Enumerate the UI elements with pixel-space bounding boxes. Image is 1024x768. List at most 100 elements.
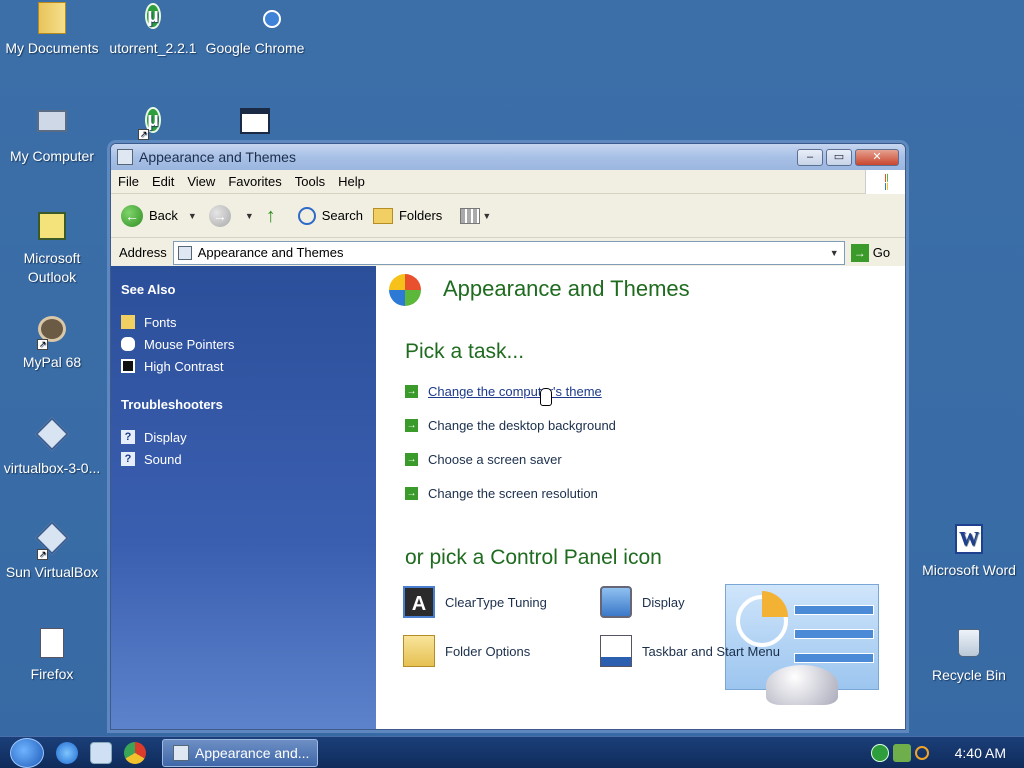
folders-button[interactable]: Folders (372, 207, 442, 224)
minimize-button[interactable]: – (797, 148, 823, 166)
forward-arrow-icon[interactable]: → (208, 204, 231, 227)
cp-display[interactable]: Display (600, 586, 685, 618)
troubleshooter-label: Sound (144, 451, 182, 467)
menu-file[interactable]: File (111, 174, 145, 189)
views-button[interactable]: ▼ (460, 207, 492, 224)
desktop-icon-label: My Computer (9, 148, 95, 164)
desktop-icon-outlook[interactable]: Microsoft Outlook (0, 210, 104, 287)
utorrent-tray-icon[interactable] (870, 743, 889, 762)
control-panel-icon (177, 245, 192, 260)
address-label: Address (119, 245, 167, 260)
back-dropdown-icon[interactable]: ▼ (188, 211, 197, 221)
cp-label: Display (642, 594, 685, 610)
views-dropdown-icon: ▼ (482, 210, 492, 221)
menu-edit[interactable]: Edit (145, 174, 180, 189)
cleartype-icon: A (403, 586, 435, 618)
appearance-themes-icon (389, 274, 421, 306)
word-icon: W (952, 524, 986, 558)
desktop-icon-my-documents[interactable]: My Documents (0, 2, 104, 58)
go-button[interactable]: → Go (850, 243, 891, 262)
close-button[interactable]: ✕ (855, 148, 899, 166)
desktop-icon-firefox[interactable]: Firefox (0, 626, 104, 684)
search-label: Search (321, 208, 363, 223)
go-arrow-icon: → (850, 243, 869, 262)
desktop-icon-label: Microsoft Outlook (23, 250, 81, 285)
desktop-icon-window-app[interactable] (203, 106, 307, 145)
troubleshooter-display[interactable]: ? Display (121, 426, 376, 448)
control-panel-icon (173, 744, 189, 761)
cp-label: Folder Options (445, 643, 531, 659)
cp-folder-options[interactable]: Folder Options (403, 635, 530, 667)
computer-icon (35, 110, 69, 144)
desktop-icon-google-chrome[interactable]: Google Chrome (203, 2, 307, 58)
views-icon (460, 207, 481, 224)
task-change-theme[interactable]: → Change the computer's theme (405, 384, 602, 399)
clock[interactable]: 4:40 AM (955, 745, 1006, 761)
system-tray: 4:40 AM (870, 743, 1024, 762)
menu-view[interactable]: View (180, 174, 221, 189)
task-change-background[interactable]: → Change the desktop background (405, 418, 616, 433)
chrome-icon (238, 2, 272, 36)
desktop-icon-label: Microsoft Word (922, 562, 1016, 578)
desktop-icon-label: Recycle Bin (932, 667, 1006, 683)
cp-taskbar-start-menu[interactable]: Taskbar and Start Menu (600, 635, 780, 667)
fonts-folder-icon (121, 315, 135, 329)
troubleshooter-sound[interactable]: ? Sound (121, 448, 376, 470)
back-arrow-icon: ← (121, 204, 143, 227)
task-label: Change the computer's theme (428, 384, 602, 399)
troubleshooter-label: Display (144, 429, 187, 445)
network-tray-icon[interactable] (892, 743, 911, 762)
desktop-icon-my-computer[interactable]: My Computer (0, 106, 104, 166)
desktop-icon-virtualbox-installer[interactable]: virtualbox-3-0... (0, 417, 104, 478)
search-icon (297, 206, 316, 225)
desktop-icon-utorrent-shortcut[interactable]: µ ↗ (101, 106, 205, 143)
desktop-icon-sun-virtualbox[interactable]: ↗ Sun VirtualBox (0, 521, 104, 582)
desktop-icon-mypal[interactable]: ↗ MyPal 68 (0, 314, 104, 372)
search-tray-icon[interactable] (914, 745, 929, 760)
address-field[interactable]: Appearance and Themes ▼ (172, 240, 845, 265)
task-screen-resolution[interactable]: → Change the screen resolution (405, 486, 598, 501)
see-also-high-contrast[interactable]: High Contrast (121, 355, 376, 377)
task-arrow-icon: → (405, 385, 418, 398)
windows-logo-icon (865, 170, 905, 194)
recycle-bin-icon (952, 629, 986, 663)
see-also-label: High Contrast (144, 358, 224, 374)
taskbar-task-appearance[interactable]: Appearance and... (162, 738, 318, 767)
show-desktop-icon[interactable] (90, 741, 112, 764)
forward-dropdown-icon[interactable]: ▼ (245, 211, 254, 221)
desktop-icon-recycle-bin[interactable]: Recycle Bin (917, 626, 1021, 685)
page-title: Appearance and Themes (443, 276, 690, 301)
see-also-label: Fonts (144, 314, 177, 330)
cp-cleartype-tuning[interactable]: A ClearType Tuning (403, 586, 547, 618)
help-icon: ? (121, 430, 135, 444)
internet-explorer-icon[interactable] (56, 741, 78, 764)
address-bar: Address Appearance and Themes ▼ → Go (111, 238, 905, 268)
task-label: Change the screen resolution (428, 486, 598, 501)
mypal-icon: ↗ (35, 316, 69, 350)
menu-tools[interactable]: Tools (288, 174, 331, 189)
toolbar: ← Back ▼ → ▼ ↑ Search Folders ▼ (111, 194, 905, 238)
desktop-icon-utorrent[interactable]: µ utorrent_2.2.1 (101, 2, 205, 58)
back-button[interactable]: ← Back (121, 204, 178, 227)
utorrent-icon: µ ↗ (138, 107, 161, 140)
virtualbox-icon (35, 417, 69, 456)
task-screen-saver[interactable]: → Choose a screen saver (405, 452, 562, 467)
task-arrow-icon: → (405, 487, 418, 500)
title-bar[interactable]: Appearance and Themes – ▭ ✕ (111, 144, 905, 170)
see-also-mouse-pointers[interactable]: Mouse Pointers (121, 333, 376, 355)
chrome-icon[interactable] (124, 741, 146, 764)
up-folder-icon[interactable]: ↑ (266, 205, 288, 227)
search-button[interactable]: Search (297, 206, 363, 225)
pick-icon-heading: or pick a Control Panel icon (405, 546, 662, 569)
address-dropdown-icon[interactable]: ▼ (830, 248, 839, 258)
menu-bar: File Edit View Favorites Tools Help (111, 170, 905, 194)
maximize-button[interactable]: ▭ (826, 148, 852, 166)
see-also-fonts[interactable]: Fonts (121, 311, 376, 333)
window-title: Appearance and Themes (139, 149, 296, 165)
menu-help[interactable]: Help (331, 174, 371, 189)
go-label: Go (872, 245, 891, 260)
start-button[interactable] (10, 737, 44, 768)
cp-label: ClearType Tuning (445, 594, 547, 610)
menu-favorites[interactable]: Favorites (221, 174, 287, 189)
desktop-icon-microsoft-word[interactable]: W Microsoft Word (917, 522, 1021, 580)
